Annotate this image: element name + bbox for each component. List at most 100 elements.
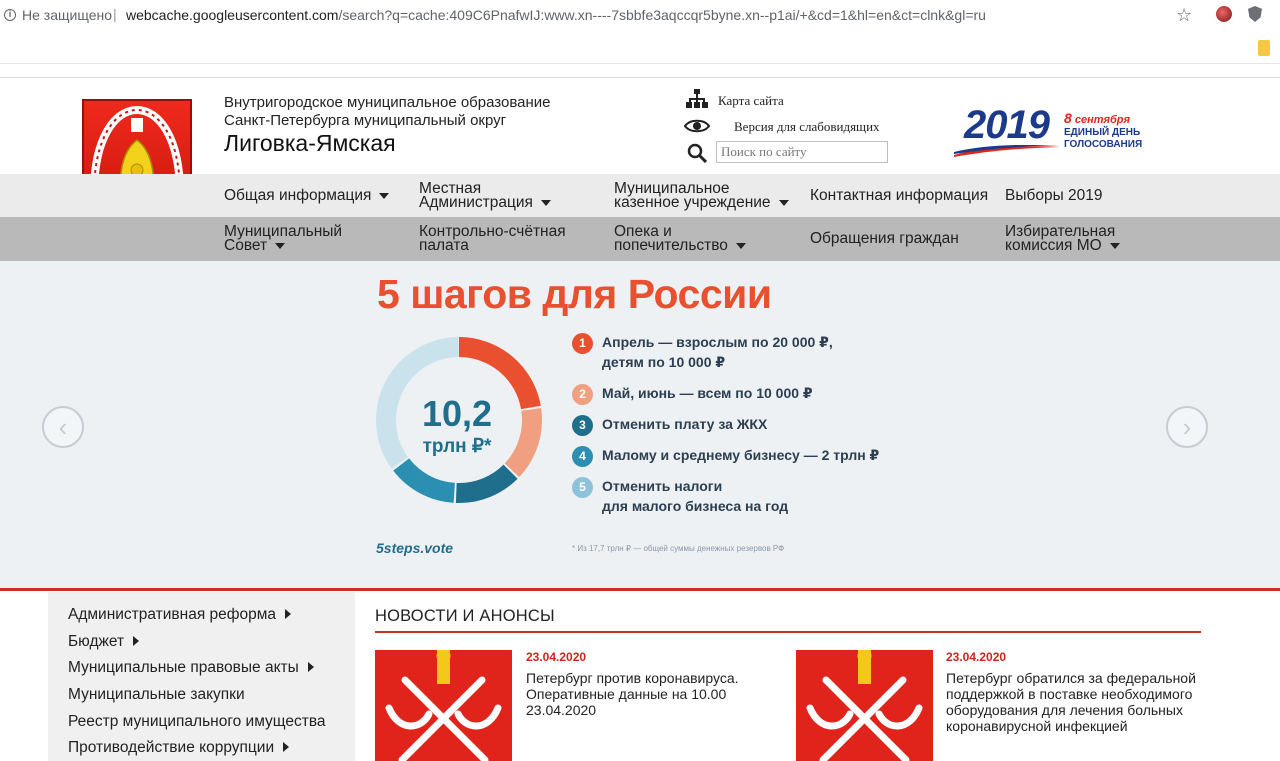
header-divider bbox=[0, 77, 1280, 78]
not-secure-label[interactable]: Не защищено bbox=[22, 7, 112, 23]
sitemap-icon[interactable] bbox=[686, 89, 708, 109]
news-date: 23.04.2020 bbox=[526, 650, 587, 664]
shield-extension-icon[interactable] bbox=[1248, 6, 1262, 22]
step-number: 5 bbox=[572, 477, 593, 498]
chevron-down-icon bbox=[379, 192, 390, 199]
sidebar-item-label: Реестр муниципального имущества bbox=[68, 713, 326, 730]
slider-next-button[interactable]: › bbox=[1166, 406, 1208, 448]
step-text-line2: для малого бизнеса на год bbox=[602, 498, 789, 514]
news-date: 23.04.2020 bbox=[946, 650, 1007, 664]
nav-elections-2019-label: Выборы 2019 bbox=[1005, 187, 1103, 204]
news-title-link[interactable]: Петербург обратился за федеральной подде… bbox=[946, 670, 1216, 734]
election-date: 8 сентября bbox=[1064, 110, 1130, 126]
nav-citizen-appeals[interactable]: Обращения граждан bbox=[810, 230, 959, 248]
banner-footnote: * Из 17,7 трлн ₽ — общей суммы денежных … bbox=[572, 544, 785, 553]
nav-elections-2019[interactable]: Выборы 2019 bbox=[1005, 187, 1103, 205]
election-date-month: сентября bbox=[1074, 114, 1131, 126]
nav-contact-info-label: Контактная информация bbox=[810, 187, 989, 204]
step-text-line1: Отменить налоги bbox=[602, 478, 723, 494]
election-date-number: 8 bbox=[1064, 110, 1072, 126]
step-number: 1 bbox=[572, 333, 593, 354]
nav-audit-chamber[interactable]: Контрольно-счётная палата bbox=[419, 224, 566, 254]
chevron-down-icon bbox=[778, 199, 789, 206]
news-image[interactable] bbox=[796, 650, 933, 761]
url-text[interactable]: webcache.googleusercontent.com/search?q=… bbox=[126, 7, 986, 23]
banner-site-link: 5steps.vote bbox=[376, 540, 454, 556]
chevron-right-icon bbox=[283, 742, 290, 752]
chevron-down-icon bbox=[275, 242, 286, 249]
sidebar-item-label: Административная реформа bbox=[68, 606, 277, 623]
sidebar-item-procurement[interactable]: Муниципальные закупки bbox=[68, 686, 245, 704]
nav-municipal-institution[interactable]: Муниципальное казенное учреждение bbox=[614, 181, 789, 211]
nav-general-info-label: Общая информация bbox=[224, 187, 372, 204]
address-bar[interactable]: i Не защищено | webcache.googleuserconte… bbox=[0, 0, 1280, 32]
site-search-input[interactable] bbox=[716, 141, 888, 163]
step-number: 2 bbox=[572, 384, 593, 405]
sidebar-item-label: Противодействие коррупции bbox=[68, 739, 275, 756]
extension-icon[interactable] bbox=[1216, 6, 1232, 22]
donut-chart: 10,2 трлн ₽* bbox=[376, 337, 542, 503]
sidebar-item-anti-corruption[interactable]: Противодействие коррупции bbox=[68, 739, 290, 757]
chevron-right-icon: › bbox=[1182, 412, 1192, 442]
election-subtitle: ЕДИНЫЙ ДЕНЬ ГОЛОСОВАНИЯ bbox=[1064, 127, 1142, 151]
sidebar-item-label: Бюджет bbox=[68, 633, 125, 650]
nav-guardianship[interactable]: Опека и попечительство bbox=[614, 224, 746, 253]
nav-contact-info[interactable]: Контактная информация bbox=[810, 187, 988, 205]
donut-unit: трлн ₽* bbox=[423, 436, 492, 457]
step-text: Апрель — взрослым по 20 000 ₽, детям по 1… bbox=[602, 332, 833, 372]
news-heading-rule bbox=[375, 631, 1201, 633]
chevron-left-icon: ‹ bbox=[58, 412, 68, 442]
election-subtitle-line1: ЕДИНЫЙ ДЕНЬ bbox=[1064, 127, 1141, 138]
bookmark-bar bbox=[0, 32, 1280, 64]
org-name-title[interactable]: Лиговка-Ямская bbox=[224, 130, 396, 157]
step-text: Отменить налоги для малого бизнеса на год bbox=[602, 476, 788, 516]
news-image[interactable] bbox=[375, 650, 512, 761]
news-title-link[interactable]: Петербург против коронавируса. Оперативн… bbox=[526, 670, 796, 718]
election-day-logo[interactable]: 2019 8 сентября ЕДИНЫЙ ДЕНЬ ГОЛОСОВАНИЯ bbox=[952, 103, 1152, 165]
sitemap-link[interactable]: Карта сайта bbox=[718, 93, 784, 109]
search-icon[interactable] bbox=[687, 143, 707, 163]
eye-icon[interactable] bbox=[684, 118, 710, 134]
news-section-heading: НОВОСТИ И АНОНСЫ bbox=[375, 607, 555, 625]
bookmark-folder-icon[interactable] bbox=[1258, 40, 1270, 56]
url-path: /search?q=cache:409C6PnafwIJ:www.xn----7… bbox=[338, 7, 986, 23]
slider-prev-button[interactable]: ‹ bbox=[42, 406, 84, 448]
step-text: Отменить плату за ЖКХ bbox=[602, 416, 768, 432]
sidebar-item-label: Муниципальные закупки bbox=[68, 686, 245, 703]
accessibility-version-link[interactable]: Версия для слабовидящих bbox=[734, 119, 880, 135]
step-number: 4 bbox=[572, 446, 593, 467]
nav-audit-chamber-line2: палата bbox=[419, 237, 469, 254]
donut-value: 10,2 bbox=[422, 393, 492, 434]
chevron-right-icon bbox=[285, 609, 292, 619]
step-text: Май, июнь — всем по 10 000 ₽ bbox=[602, 385, 813, 401]
step-text: Малому и среднему бизнесу — 2 трлн ₽ bbox=[602, 447, 880, 463]
election-subtitle-line2: ГОЛОСОВАНИЯ bbox=[1064, 139, 1143, 150]
sidebar-item-legal-acts[interactable]: Муниципальные правовые акты bbox=[68, 659, 314, 677]
nav-citizen-appeals-label: Обращения граждан bbox=[810, 230, 959, 247]
sidebar-item-budget[interactable]: Бюджет bbox=[68, 633, 140, 651]
nav-municipal-council[interactable]: Муниципальный Совет bbox=[224, 224, 342, 254]
nav-local-administration[interactable]: Местная Администрация bbox=[419, 181, 551, 210]
sidebar-item-property-registry[interactable]: Реестр муниципального имущества bbox=[68, 713, 326, 731]
sidebar-menu: Административная реформа Бюджет Муниципа… bbox=[48, 592, 355, 761]
step-text-line2: детям по 10 000 ₽ bbox=[602, 354, 726, 370]
nav-election-commission-line2: комиссия МО bbox=[1005, 237, 1102, 254]
info-icon[interactable]: i bbox=[4, 9, 16, 21]
url-host: webcache.googleusercontent.com bbox=[126, 7, 339, 23]
tricolor-swoosh-icon bbox=[954, 145, 1060, 157]
election-year: 2019 bbox=[964, 103, 1050, 147]
sidebar-item-label: Муниципальные правовые акты bbox=[68, 659, 299, 676]
sidebar-item-admin-reform[interactable]: Административная реформа bbox=[68, 606, 292, 624]
slider-divider bbox=[0, 588, 1280, 591]
banner-title: 5 шагов для России bbox=[377, 271, 772, 317]
nav-general-info[interactable]: Общая информация bbox=[224, 187, 390, 205]
chevron-down-icon bbox=[1109, 242, 1120, 249]
nav-election-commission[interactable]: Избирательная комиссия МО bbox=[1005, 224, 1120, 254]
step-number: 3 bbox=[572, 415, 593, 436]
bookmark-star-icon[interactable]: ☆ bbox=[1176, 5, 1192, 26]
banner-slider[interactable]: 5 шагов для России 10,2 трлн ₽* 1 Апрель… bbox=[0, 261, 1280, 588]
org-description-line1: Внутригородское муниципальное образовани… bbox=[224, 94, 551, 111]
chevron-right-icon bbox=[307, 662, 314, 672]
nav-municipal-institution-line2: казенное учреждение bbox=[614, 194, 771, 211]
main-nav-row1: Общая информация Местная Администрация Му… bbox=[0, 174, 1280, 217]
